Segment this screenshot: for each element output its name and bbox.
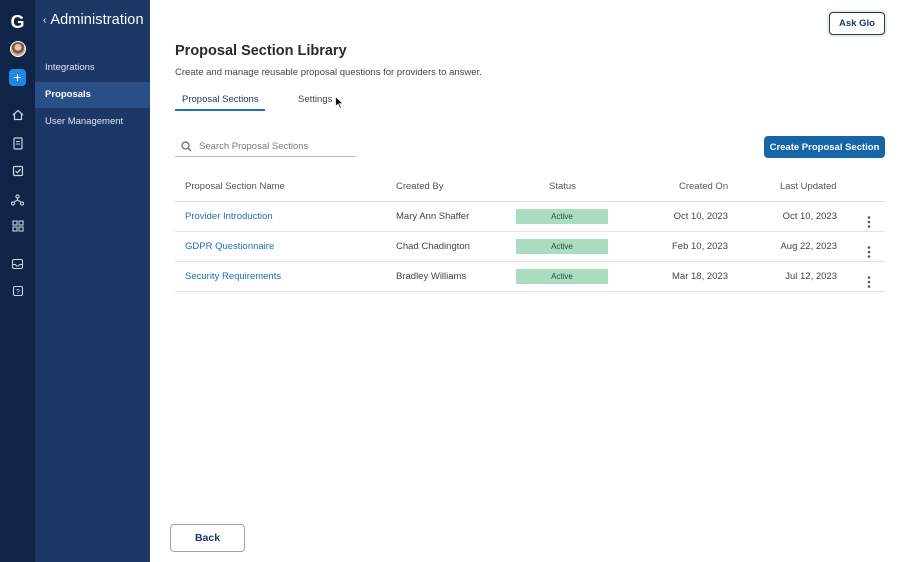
- section-name-link[interactable]: Security Requirements: [185, 262, 281, 292]
- svg-text:?: ?: [16, 289, 20, 296]
- inbox-icon[interactable]: [0, 257, 35, 271]
- status-badge: Active: [516, 209, 608, 224]
- column-header-name[interactable]: Proposal Section Name: [185, 181, 285, 192]
- sidebar-title: Administration: [50, 12, 144, 28]
- ask-glo-button[interactable]: Ask Glo: [829, 12, 885, 35]
- mouse-cursor-icon: [335, 96, 344, 109]
- section-name-link[interactable]: GDPR Questionnaire: [185, 232, 274, 262]
- last-updated: Jul 12, 2023: [785, 271, 837, 282]
- chevron-left-icon: ‹: [43, 14, 47, 26]
- page-subtitle: Create and manage reusable proposal ques…: [175, 67, 482, 78]
- table-row: Provider Introduction Mary Ann Shaffer A…: [175, 202, 885, 232]
- apps-grid-icon[interactable]: [0, 219, 35, 233]
- column-header-status[interactable]: Status: [549, 181, 576, 192]
- checklist-icon[interactable]: [0, 164, 35, 178]
- table-row: GDPR Questionnaire Chad Chadington Activ…: [175, 232, 885, 262]
- created-on: Feb 10, 2023: [672, 241, 728, 252]
- sidebar-header[interactable]: ‹ Administration: [43, 12, 144, 28]
- home-icon[interactable]: [0, 108, 35, 122]
- icon-rail: G + ?: [0, 0, 35, 562]
- search-box: [175, 137, 356, 157]
- table-row: Security Requirements Bradley Williams A…: [175, 262, 885, 292]
- create-new-button[interactable]: +: [0, 68, 35, 86]
- user-avatar[interactable]: [0, 40, 35, 58]
- logo-letter: G: [10, 11, 25, 32]
- last-updated: Aug 22, 2023: [780, 241, 837, 252]
- column-header-last-updated[interactable]: Last Updated: [780, 181, 837, 192]
- sidebar-item-integrations[interactable]: Integrations: [35, 55, 150, 81]
- active-tab-indicator: [175, 109, 265, 111]
- document-icon[interactable]: [0, 136, 35, 150]
- back-button[interactable]: Back: [170, 524, 245, 552]
- status-badge: Active: [516, 239, 608, 254]
- avatar-image: [9, 41, 26, 57]
- more-options-icon[interactable]: [864, 242, 874, 258]
- created-on: Mar 18, 2023: [672, 271, 728, 282]
- more-options-icon[interactable]: [864, 212, 874, 228]
- created-by: Bradley Williams: [396, 271, 467, 282]
- search-input[interactable]: [199, 141, 349, 152]
- admin-sidebar: ‹ Administration Integrations Proposals …: [35, 0, 150, 562]
- sidebar-item-proposals[interactable]: Proposals: [35, 82, 150, 108]
- app-logo[interactable]: G: [0, 11, 35, 33]
- column-header-created-by[interactable]: Created By: [396, 181, 444, 192]
- sidebar-item-user-management[interactable]: User Management: [35, 109, 150, 135]
- status-badge: Active: [516, 269, 608, 284]
- last-updated: Oct 10, 2023: [782, 211, 837, 222]
- create-proposal-section-button[interactable]: Create Proposal Section: [764, 136, 885, 158]
- created-by: Chad Chadington: [396, 241, 470, 252]
- page-title: Proposal Section Library: [175, 43, 347, 59]
- more-options-icon[interactable]: [864, 272, 874, 288]
- tab-settings[interactable]: Settings: [298, 94, 332, 112]
- section-name-link[interactable]: Provider Introduction: [185, 202, 273, 232]
- column-header-created-on[interactable]: Created On: [679, 181, 728, 192]
- help-icon[interactable]: ?: [0, 284, 35, 298]
- plus-icon: +: [9, 68, 26, 86]
- created-on: Oct 10, 2023: [673, 211, 728, 222]
- created-by: Mary Ann Shaffer: [396, 211, 470, 222]
- org-chart-icon[interactable]: [0, 193, 35, 207]
- search-icon: [181, 141, 192, 152]
